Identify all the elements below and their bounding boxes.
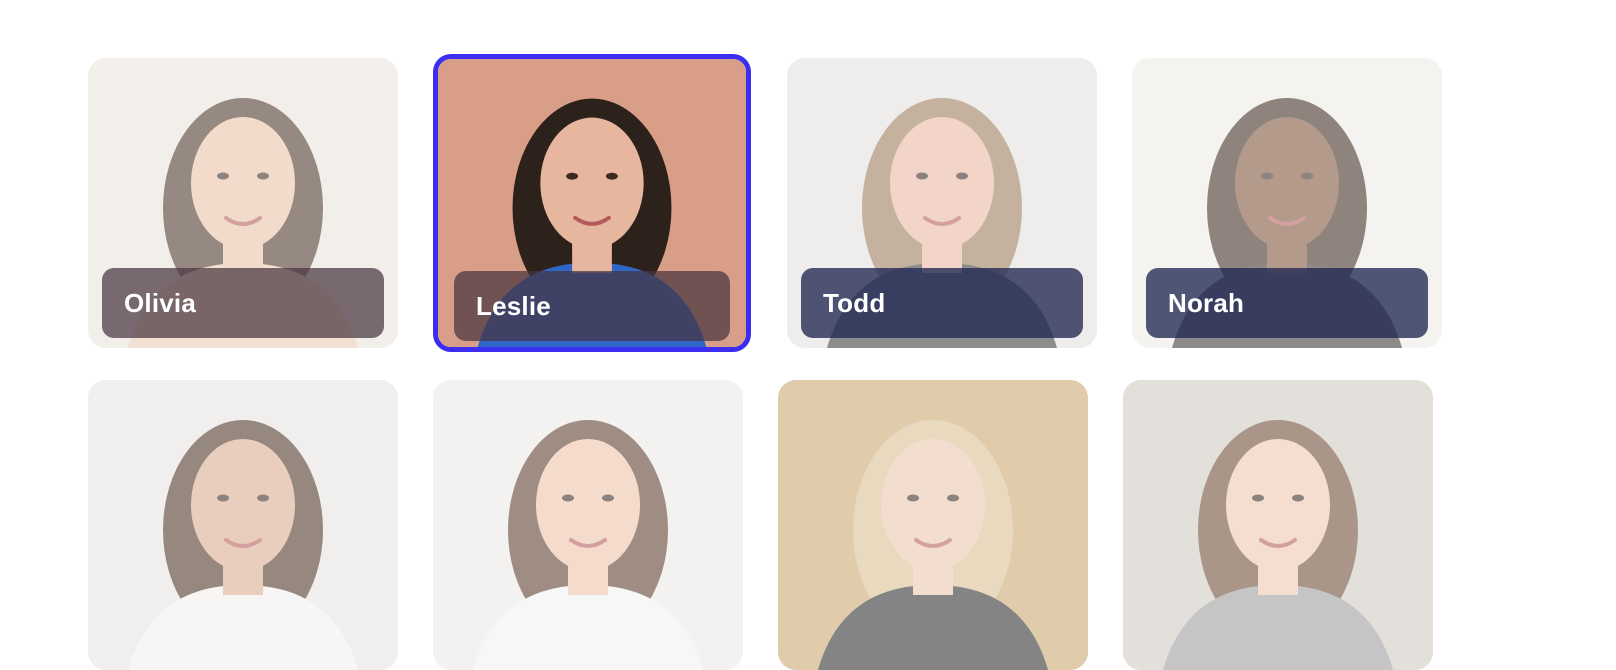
avatar-photo [1123,380,1433,670]
right-eye [1292,494,1304,502]
face-shape [1226,439,1330,571]
right-eye [947,494,959,502]
right-eye [1301,172,1313,180]
avatar-name-bar: Leslie [454,271,730,341]
avatar-photo [88,380,398,670]
face-shape [191,439,295,571]
left-eye [562,494,574,502]
face-shape [1235,117,1339,249]
face-shape [540,117,644,249]
avatar-card-leslie[interactable]: Leslie [433,54,751,352]
left-eye [907,494,919,502]
avatar-grid: Olivia Leslie Todd Norah [0,0,1616,670]
avatar-card-todd[interactable]: Todd [787,58,1097,348]
left-eye [566,172,579,180]
avatar-name: Olivia [124,287,197,318]
face-shape [881,439,985,571]
right-eye [956,172,968,180]
right-eye [602,494,614,502]
avatar-card[interactable] [1123,380,1433,670]
avatar-name-bar: Todd [801,268,1083,338]
avatar-card[interactable] [433,380,743,670]
avatar-name: Leslie [476,290,551,321]
avatar-card-norah[interactable]: Norah [1132,58,1442,348]
left-eye [217,172,229,180]
left-eye [1252,494,1264,502]
right-eye [257,494,269,502]
avatar-name: Todd [823,287,886,318]
face-shape [191,117,295,249]
avatar-name-bar: Olivia [102,268,384,338]
left-eye [217,494,229,502]
face-shape [536,439,640,571]
left-eye [1261,172,1273,180]
avatar-photo [778,380,1088,670]
avatar-name: Norah [1168,287,1245,318]
right-eye [257,172,269,180]
avatar-card[interactable] [88,380,398,670]
face-shape [890,117,994,249]
avatar-card[interactable] [778,380,1088,670]
avatar-name-bar: Norah [1146,268,1428,338]
avatar-photo [433,380,743,670]
left-eye [916,172,928,180]
right-eye [605,172,618,180]
avatar-card-olivia[interactable]: Olivia [88,58,398,348]
